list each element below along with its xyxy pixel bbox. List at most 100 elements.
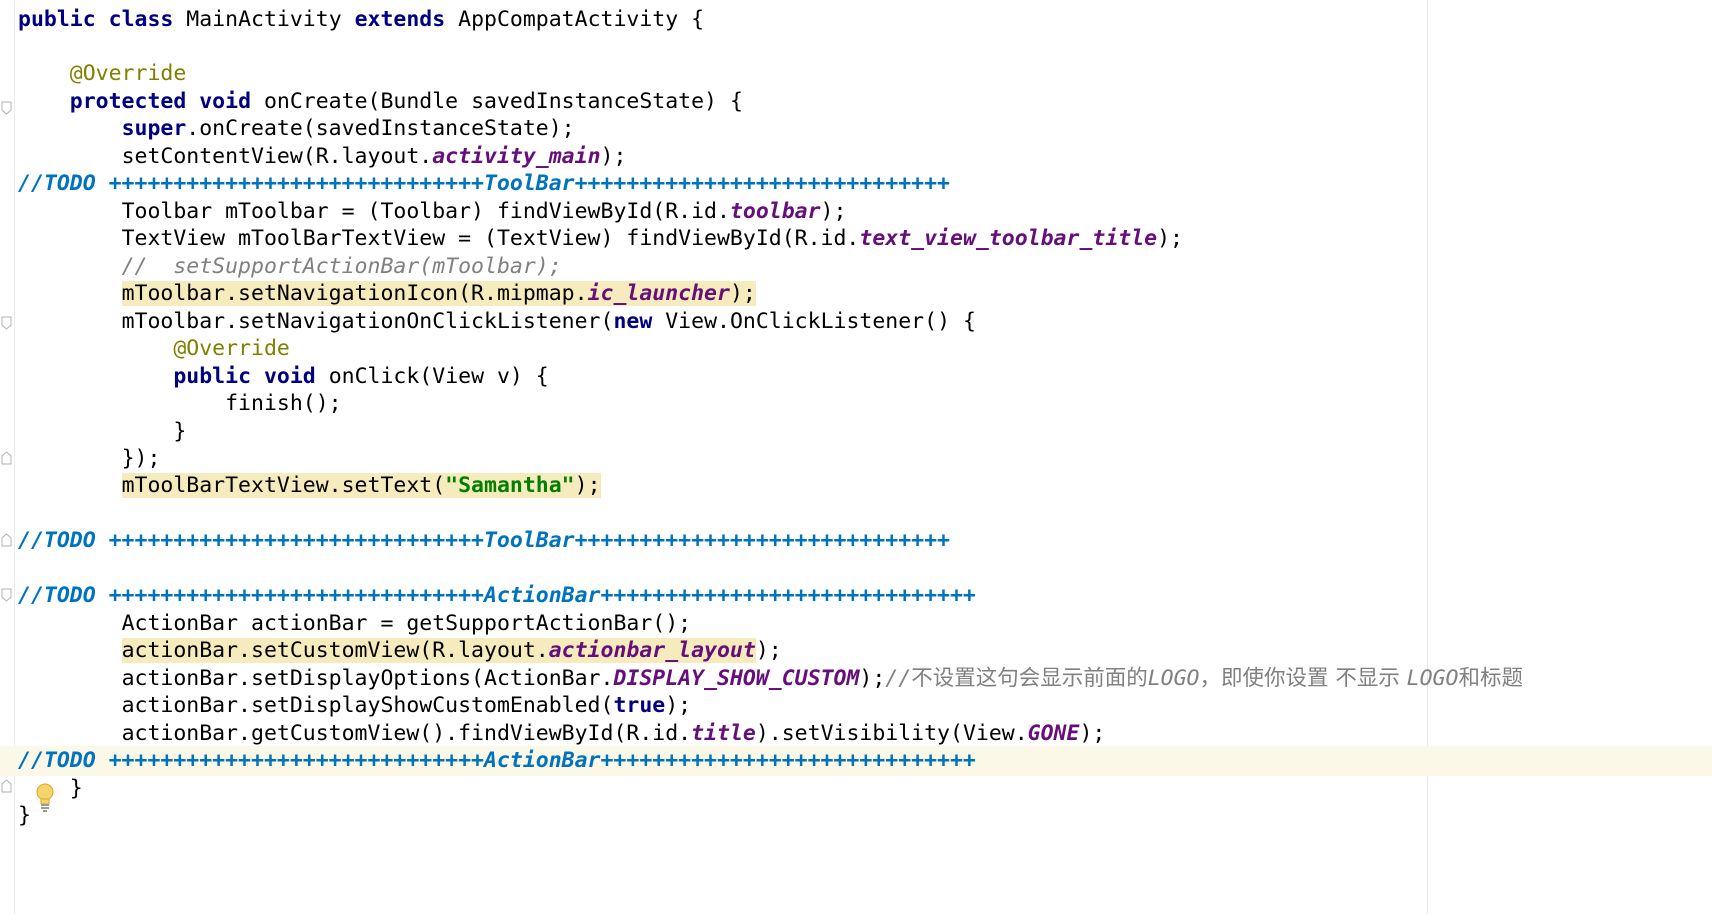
code-line[interactable]: }); bbox=[18, 444, 1712, 474]
comment-text: 和标题 bbox=[1458, 666, 1523, 691]
field-reference: ic_launcher bbox=[587, 281, 730, 306]
warning-highlight[interactable]: actionBar.setCustomView(R.layout.actionb… bbox=[121, 638, 756, 663]
keyword: super bbox=[121, 116, 187, 141]
code-text: View.OnClickListener() { bbox=[652, 309, 976, 334]
code-text: ); bbox=[574, 473, 601, 498]
comment-text: LOGO bbox=[1147, 666, 1200, 691]
code-line[interactable]: public void onClick(View v) { bbox=[18, 362, 1712, 392]
code-line[interactable]: mToolbar.setNavigationIcon(R.mipmap.ic_l… bbox=[18, 279, 1712, 309]
warning-highlight[interactable]: mToolBarTextView.setText("Samantha"); bbox=[121, 473, 601, 498]
field-reference: title bbox=[691, 721, 756, 746]
code-line[interactable]: protected void onCreate(Bundle savedInst… bbox=[18, 87, 1712, 117]
todo-comment: //TODO +++++++++++++++++++++++++++++Acti… bbox=[18, 748, 976, 773]
comment-text: ，即使你设置 不显示 bbox=[1199, 666, 1407, 691]
code-text: ); bbox=[729, 281, 756, 306]
code-line[interactable]: public class MainActivity extends AppCom… bbox=[18, 5, 1712, 35]
code-line[interactable]: ActionBar actionBar = getSupportActionBa… bbox=[18, 609, 1712, 639]
keyword: public bbox=[173, 364, 252, 389]
code-text: mToolbar.setNavigationOnClickListener( bbox=[121, 309, 614, 334]
keyword: protected bbox=[69, 89, 187, 114]
code-text: onCreate(Bundle savedInstanceState) { bbox=[251, 89, 743, 114]
code-line[interactable]: @Override bbox=[18, 334, 1712, 364]
code-line[interactable]: mToolbar.setNavigationOnClickListener(ne… bbox=[18, 307, 1712, 337]
code-line[interactable]: } bbox=[18, 774, 1712, 804]
annotation: @Override bbox=[69, 61, 187, 86]
todo-comment: //TODO +++++++++++++++++++++++++++++Tool… bbox=[18, 171, 950, 196]
code-text: AppCompatActivity { bbox=[445, 7, 705, 32]
code-line[interactable]: finish(); bbox=[18, 389, 1712, 419]
fold-marker-icon[interactable] bbox=[1, 316, 12, 330]
fold-marker-icon[interactable] bbox=[1, 588, 12, 602]
keyword: void bbox=[263, 364, 316, 389]
field-reference: actionbar_layout bbox=[548, 638, 756, 663]
line-comment: // setSupportActionBar(mToolbar); bbox=[121, 254, 562, 279]
code-line[interactable]: } bbox=[18, 417, 1712, 447]
code-line[interactable]: setContentView(R.layout.activity_main); bbox=[18, 142, 1712, 172]
code-line[interactable]: //TODO +++++++++++++++++++++++++++++Acti… bbox=[18, 581, 1712, 611]
code-text: MainActivity bbox=[173, 7, 355, 32]
field-reference: DISPLAY_SHOW_CUSTOM bbox=[613, 666, 860, 691]
fold-marker-icon[interactable] bbox=[1, 779, 12, 793]
code-text: ); bbox=[859, 666, 886, 691]
code-editor[interactable]: public class MainActivity extends AppCom… bbox=[0, 0, 1712, 914]
code-line[interactable]: super.onCreate(savedInstanceState); bbox=[18, 114, 1712, 144]
comment-text: // bbox=[885, 666, 912, 691]
comment-text: LOGO bbox=[1406, 666, 1459, 691]
code-line[interactable]: } bbox=[18, 801, 1712, 831]
code-text: setContentView(R.layout. bbox=[121, 144, 433, 169]
code-text: } bbox=[173, 419, 187, 444]
code-line[interactable]: actionBar.setDisplayShowCustomEnabled(tr… bbox=[18, 691, 1712, 721]
keyword: new bbox=[613, 309, 653, 334]
comment-text: 不设置这句会显示前面的 bbox=[911, 666, 1148, 691]
warning-highlight[interactable]: mToolbar.setNavigationIcon(R.mipmap.ic_l… bbox=[121, 281, 756, 306]
code-line[interactable]: actionBar.setDisplayOptions(ActionBar.DI… bbox=[18, 664, 1712, 694]
code-line[interactable]: //TODO +++++++++++++++++++++++++++++Tool… bbox=[18, 526, 1712, 556]
code-text: } bbox=[18, 803, 31, 828]
code-text: .onCreate(savedInstanceState); bbox=[186, 116, 575, 141]
field-reference: activity_main bbox=[432, 144, 601, 169]
caret-line[interactable]: //TODO +++++++++++++++++++++++++++++Acti… bbox=[0, 746, 1712, 776]
keyword: void bbox=[199, 89, 252, 114]
todo-comment: //TODO +++++++++++++++++++++++++++++Acti… bbox=[18, 583, 976, 608]
code-line[interactable]: @Override bbox=[18, 59, 1712, 89]
code-text: }); bbox=[121, 446, 161, 471]
code-text: actionBar.setCustomView(R.layout. bbox=[121, 638, 549, 663]
editor-gutter[interactable] bbox=[0, 0, 15, 914]
line-comment: //不设置这句会显示前面的LOGO，即使你设置 不显示 LOGO和标题 bbox=[885, 666, 1523, 691]
fold-marker-icon[interactable] bbox=[1, 101, 12, 115]
code-line[interactable]: actionBar.getCustomView().findViewById(R… bbox=[18, 719, 1712, 749]
keyword: class bbox=[108, 7, 174, 32]
code-line[interactable]: TextView mToolBarTextView = (TextView) f… bbox=[18, 224, 1712, 254]
code-text: TextView mToolBarTextView = (TextView) f… bbox=[121, 226, 860, 251]
code-text: ); bbox=[755, 638, 782, 663]
code-text: mToolbar.setNavigationIcon(R.mipmap. bbox=[121, 281, 588, 306]
code-line[interactable]: Toolbar mToolbar = (Toolbar) findViewByI… bbox=[18, 197, 1712, 227]
fold-marker-icon[interactable] bbox=[1, 451, 12, 465]
fold-marker-icon[interactable] bbox=[1, 533, 12, 547]
code-text: ); bbox=[665, 693, 692, 718]
field-reference: GONE bbox=[1027, 721, 1080, 746]
field-reference: text_view_toolbar_title bbox=[859, 226, 1158, 251]
todo-comment: //TODO +++++++++++++++++++++++++++++Tool… bbox=[18, 528, 950, 553]
code-text: ); bbox=[1157, 226, 1183, 251]
keyword: extends bbox=[354, 7, 446, 32]
code-text: } bbox=[69, 776, 83, 801]
code-text: ).setVisibility(View. bbox=[755, 721, 1028, 746]
code-text: actionBar.setDisplayShowCustomEnabled( bbox=[121, 693, 614, 718]
code-line[interactable]: actionBar.setCustomView(R.layout.actionb… bbox=[18, 636, 1712, 666]
code-text: ActionBar actionBar = getSupportActionBa… bbox=[121, 611, 692, 636]
code-text: ); bbox=[1079, 721, 1106, 746]
annotation: @Override bbox=[173, 336, 290, 361]
code-line[interactable]: //TODO +++++++++++++++++++++++++++++Tool… bbox=[18, 169, 1712, 199]
code-text: Toolbar mToolbar = (Toolbar) findViewByI… bbox=[121, 199, 730, 224]
string-literal: "Samantha" bbox=[445, 473, 575, 498]
code-line[interactable]: // setSupportActionBar(mToolbar); bbox=[18, 252, 1712, 282]
keyword: public bbox=[18, 7, 96, 32]
code-text: ); bbox=[600, 144, 627, 169]
code-text: ); bbox=[820, 199, 847, 224]
code-text: onClick(View v) { bbox=[315, 364, 549, 389]
code-text: finish(); bbox=[225, 391, 342, 416]
keyword: true bbox=[613, 693, 666, 718]
code-text: actionBar.setDisplayOptions(ActionBar. bbox=[121, 666, 614, 691]
code-line[interactable]: mToolBarTextView.setText("Samantha"); bbox=[18, 471, 1712, 501]
